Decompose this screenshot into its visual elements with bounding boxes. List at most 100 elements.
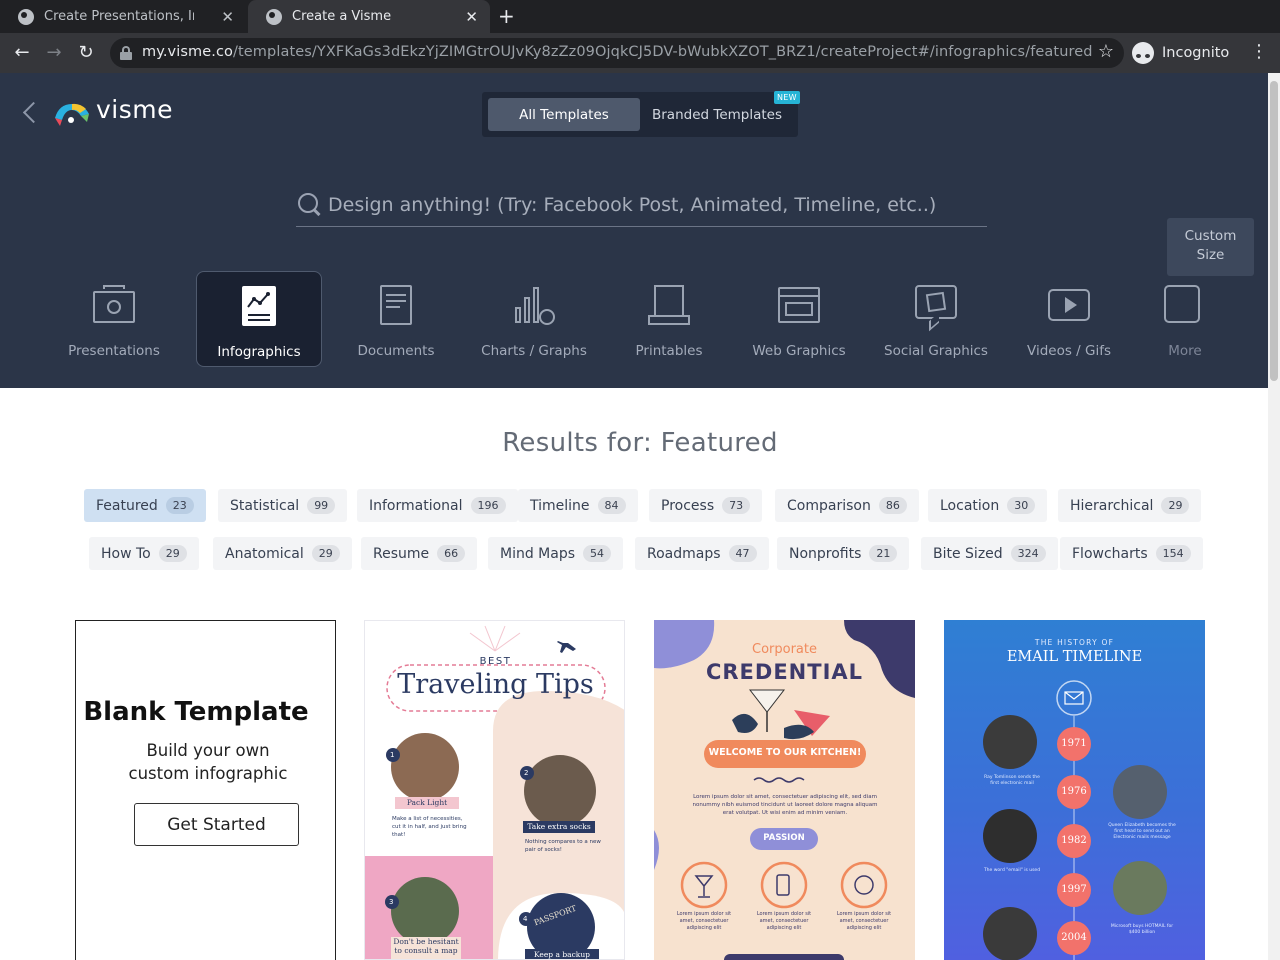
- close-tab-icon[interactable]: ✕: [221, 8, 234, 26]
- category-printables[interactable]: Printables: [606, 271, 732, 367]
- template-card-email-timeline[interactable]: THE HISTORY OF EMAIL TIMELINE 1971 1976 …: [944, 620, 1205, 960]
- filter-count-badge: 30: [1007, 497, 1036, 514]
- filter-chip-location[interactable]: Location 30: [928, 489, 1048, 522]
- step-text: Make a list of necessities, cut it in ha…: [392, 816, 467, 838]
- step-number: 2: [524, 769, 529, 777]
- template-column-text: Lorem ipsum dolor sit amet, consectetuer…: [756, 911, 812, 931]
- template-card-corporate-credential[interactable]: Corporate CREDENTIAL WELCOME TO OUR KITC…: [654, 620, 915, 960]
- template-banner: WELCOME TO OUR KITCHEN!: [708, 747, 862, 758]
- filter-chip-featured[interactable]: Featured 23: [84, 489, 206, 522]
- forward-arrow-icon[interactable]: →: [42, 41, 66, 65]
- filter-count-badge: 324: [1010, 545, 1046, 562]
- get-started-button[interactable]: Get Started: [134, 803, 299, 846]
- template-column-text: Lorem ipsum dolor sit amet, consectetuer…: [836, 911, 892, 931]
- step-number: 4: [523, 915, 528, 923]
- template-title: EMAIL TIMELINE: [1006, 649, 1143, 665]
- filter-count-badge: 196: [470, 497, 506, 514]
- filter-chip-mind-maps[interactable]: Mind Maps 54: [488, 537, 624, 570]
- filter-chip-comparison[interactable]: Comparison 86: [775, 489, 919, 522]
- bookmark-star-icon[interactable]: ☆: [1098, 41, 1114, 62]
- close-tab-icon[interactable]: ✕: [465, 8, 478, 26]
- reload-icon[interactable]: ↻: [74, 41, 98, 65]
- search-input[interactable]: [328, 189, 978, 221]
- branded-templates-tab[interactable]: Branded Templates: [642, 98, 792, 131]
- custom-size-button[interactable]: Custom Size: [1167, 218, 1254, 276]
- timeline-note: The word "email" is used: [983, 868, 1041, 873]
- back-arrow-icon[interactable]: ←: [10, 41, 34, 65]
- timeline-note: Queen Elizabeth becomes the first head t…: [1108, 823, 1176, 840]
- filter-chip-informational[interactable]: Informational 196: [357, 489, 518, 522]
- category-label: Printables: [635, 343, 703, 359]
- incognito-indicator[interactable]: Incognito: [1132, 38, 1229, 68]
- back-chevron-icon[interactable]: [20, 99, 40, 125]
- filter-chip-resume[interactable]: Resume 66: [361, 537, 478, 570]
- blank-template-card[interactable]: Blank Template Build your own custom inf…: [75, 620, 336, 960]
- filter-chip-process[interactable]: Process 73: [649, 489, 763, 522]
- category-label: Social Graphics: [884, 343, 988, 359]
- step-number: 1: [390, 751, 395, 759]
- social-graphic-icon: [915, 285, 957, 332]
- filter-count-badge: 66: [437, 545, 466, 562]
- category-label: Documents: [357, 343, 435, 359]
- filter-count-badge: 86: [878, 497, 907, 514]
- category-videos-gifs[interactable]: Videos / Gifs: [1006, 271, 1132, 367]
- category-label: Web Graphics: [752, 343, 846, 359]
- bar-chart-icon: [513, 285, 555, 327]
- document-icon: [375, 285, 417, 327]
- all-templates-tab[interactable]: All Templates: [488, 98, 640, 131]
- filter-count-badge: 23: [165, 497, 194, 514]
- timeline-year: 1982: [1061, 835, 1087, 846]
- browser-tab-title: Create a Visme: [292, 9, 392, 24]
- filter-chip-nonprofits[interactable]: Nonprofits 21: [777, 537, 910, 570]
- video-play-icon: [1048, 285, 1090, 327]
- presentation-icon: [93, 285, 135, 327]
- filter-count-badge: 29: [311, 545, 340, 562]
- browser-menu-icon[interactable]: ⋮: [1250, 41, 1268, 62]
- filter-count-badge: 21: [869, 545, 898, 562]
- filter-chip-flowcharts[interactable]: Flowcharts 154: [1060, 537, 1203, 570]
- template-search: [296, 185, 987, 227]
- filter-count-badge: 99: [307, 497, 336, 514]
- filter-chip-how-to[interactable]: How To 29: [89, 537, 199, 570]
- category-social-graphics[interactable]: Social Graphics: [873, 271, 999, 367]
- visme-favicon-icon: [266, 8, 282, 25]
- filter-count-badge: 84: [597, 497, 626, 514]
- visme-favicon-icon: [18, 8, 34, 25]
- browser-tab-1[interactable]: Create Presentations, Infog ✕: [0, 0, 246, 33]
- filter-chip-timeline[interactable]: Timeline 84: [518, 489, 638, 522]
- template-column-text: Lorem ipsum dolor sit amet, consectetuer…: [676, 911, 732, 931]
- filter-chip-roadmaps[interactable]: Roadmaps 47: [635, 537, 769, 570]
- blank-template-title: Blank Template: [83, 697, 309, 727]
- timeline-year: 2004: [1061, 932, 1087, 943]
- browser-tab-2[interactable]: Create a Visme ✕: [248, 0, 490, 33]
- filter-chip-hierarchical[interactable]: Hierarchical 29: [1058, 489, 1202, 522]
- filter-chip-anatomical[interactable]: Anatomical 29: [213, 537, 352, 570]
- template-card-traveling-tips[interactable]: BEST Traveling Tips 1 2 3 4 Pack Light M…: [364, 620, 625, 960]
- results-title: Results for: Featured: [502, 428, 778, 458]
- category-infographics[interactable]: Infographics: [196, 271, 322, 367]
- category-presentations[interactable]: Presentations: [51, 271, 177, 367]
- category-more[interactable]: More: [1142, 271, 1228, 367]
- template-kicker: BEST: [479, 656, 512, 667]
- page-scrollbar[interactable]: [1268, 73, 1280, 960]
- visme-logo-icon: [55, 103, 89, 126]
- category-documents[interactable]: Documents: [333, 271, 459, 367]
- template-body-text: Lorem ipsum dolor sit amet, consectetuer…: [692, 794, 878, 816]
- category-charts-graphs[interactable]: Charts / Graphs: [471, 271, 597, 367]
- browser-toolbar: ← → ↻ my.visme.co/templates/YXFKaGs3dEkz…: [0, 33, 1280, 73]
- filter-chip-statistical[interactable]: Statistical 99: [218, 489, 348, 522]
- new-tab-button[interactable]: +: [498, 5, 515, 27]
- address-bar[interactable]: my.visme.co/templates/YXFKaGs3dEkzYjZIMG…: [110, 38, 1124, 68]
- step-label: Keep a backup copy: [534, 950, 590, 959]
- category-web-graphics[interactable]: Web Graphics: [736, 271, 862, 367]
- printable-icon: [648, 285, 690, 327]
- blank-template-subtitle: Build your own custom infographic: [128, 741, 288, 783]
- url-text: my.visme.co/templates/YXFKaGs3dEkzYjZIMG…: [142, 44, 1093, 60]
- category-label: More: [1168, 343, 1202, 359]
- incognito-label: Incognito: [1162, 45, 1230, 61]
- category-label: Videos / Gifs: [1027, 343, 1111, 359]
- lock-icon: [120, 46, 132, 60]
- scrollbar-thumb[interactable]: [1270, 81, 1278, 381]
- filter-chip-bite-sized[interactable]: Bite Sized 324: [921, 537, 1058, 570]
- visme-logo-text: visme: [96, 95, 173, 124]
